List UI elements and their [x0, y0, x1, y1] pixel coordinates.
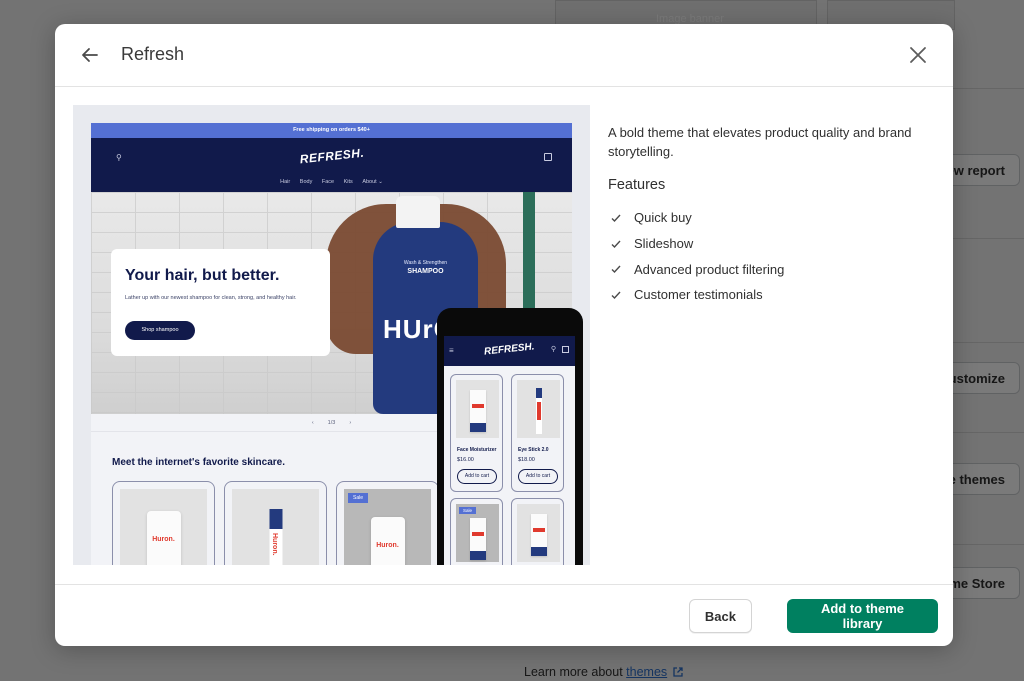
theme-preview-image: Free shipping on orders $40+ ⚲ REFRESH. …	[73, 105, 590, 565]
mobile-screen: ≡ REFRESH. ⚲ Face Moisturizer $16.00 Add…	[444, 336, 575, 565]
feature-item: Customer testimonials	[608, 282, 928, 308]
mobile-logo: REFRESH.	[483, 341, 535, 358]
theme-description: A bold theme that elevates product quali…	[608, 125, 912, 159]
product-image: Sale Huron.	[344, 489, 431, 565]
feature-item: Advanced product filtering	[608, 256, 928, 282]
site-nav: Hair Body Face Kits About ⌄	[91, 179, 572, 185]
slide-counter: 1/3	[327, 420, 336, 426]
arrow-left-icon[interactable]	[79, 44, 101, 66]
nav-item: Kits	[343, 179, 353, 185]
feature-item: Quick buy	[608, 205, 928, 231]
product-image: Huron.	[120, 489, 207, 565]
mobile-product-card: Face Moisturizer $16.00 Add to cart	[450, 374, 503, 492]
modal-title: Refresh	[121, 44, 185, 64]
chevron-right-icon: ›	[349, 420, 352, 426]
product-image	[517, 504, 560, 562]
close-icon[interactable]	[907, 44, 929, 66]
section-title: Meet the internet's favorite skincare.	[112, 457, 285, 468]
product-card: Huron.	[112, 481, 215, 565]
hero-title: Your hair, but better.	[125, 267, 280, 284]
site-header: ⚲ REFRESH. Hair Body Face Kits About ⌄	[91, 138, 572, 192]
modal-header: Refresh	[55, 24, 953, 87]
modal-body: Free shipping on orders $40+ ⚲ REFRESH. …	[55, 87, 953, 584]
product-image	[456, 380, 499, 438]
cart-icon	[544, 153, 552, 161]
product-image: Sale	[456, 504, 499, 562]
nav-item: Hair	[280, 179, 291, 185]
sale-badge: Sale	[348, 493, 369, 503]
nav-item: About ⌄	[362, 179, 383, 185]
features-list: Quick buy Slideshow Advanced product fil…	[608, 205, 928, 308]
nav-item: Face	[321, 179, 335, 185]
hamburger-icon: ≡	[449, 346, 454, 355]
product-image: Huron.	[232, 489, 319, 565]
back-button[interactable]: Back	[688, 599, 752, 633]
add-to-cart-button: Add to cart	[518, 469, 558, 484]
chevron-left-icon: ‹	[311, 420, 314, 426]
bottle-cap	[396, 196, 440, 228]
add-to-theme-library-button[interactable]: Add to theme library	[787, 599, 938, 633]
checkmark-icon	[611, 214, 621, 222]
theme-preview-modal: Refresh Free shipping on orders $40+ ⚲ R…	[55, 24, 953, 646]
nav-item: Body	[299, 179, 313, 185]
product-card: Sale Huron.	[336, 481, 439, 565]
site-logo: REFRESH.	[298, 145, 365, 167]
feature-item: Slideshow	[608, 231, 928, 257]
announcement-bar: Free shipping on orders $40+	[91, 123, 572, 138]
pipe-decoration	[523, 192, 535, 312]
features-heading: Features	[608, 177, 666, 193]
mobile-header: ≡ REFRESH. ⚲	[444, 336, 575, 366]
mobile-product-card: Eye Stick 2.0 $18.00 Add to cart	[511, 374, 564, 492]
search-icon: ⚲	[550, 346, 556, 353]
checkmark-icon	[611, 265, 621, 274]
search-icon: ⚲	[116, 153, 122, 162]
modal-footer: Back Add to theme library	[55, 584, 953, 646]
shop-shampoo-button: Shop shampoo	[125, 321, 195, 340]
checkmark-icon	[611, 291, 621, 299]
sale-badge: Sale	[459, 507, 477, 514]
hero-description: Lather up with our newest shampoo for cl…	[125, 295, 297, 301]
mobile-product-card	[511, 498, 564, 565]
mobile-product-card: Sale	[450, 498, 503, 565]
hero-card: Your hair, but better. Lather up with ou…	[111, 249, 330, 356]
product-image	[517, 380, 560, 438]
add-to-cart-button: Add to cart	[457, 469, 497, 484]
product-card: Huron.	[224, 481, 327, 565]
checkmark-icon	[611, 240, 621, 248]
cart-icon	[562, 346, 569, 353]
mobile-preview: ≡ REFRESH. ⚲ Face Moisturizer $16.00 Add…	[437, 308, 583, 565]
theme-details: A bold theme that elevates product quali…	[608, 123, 928, 308]
